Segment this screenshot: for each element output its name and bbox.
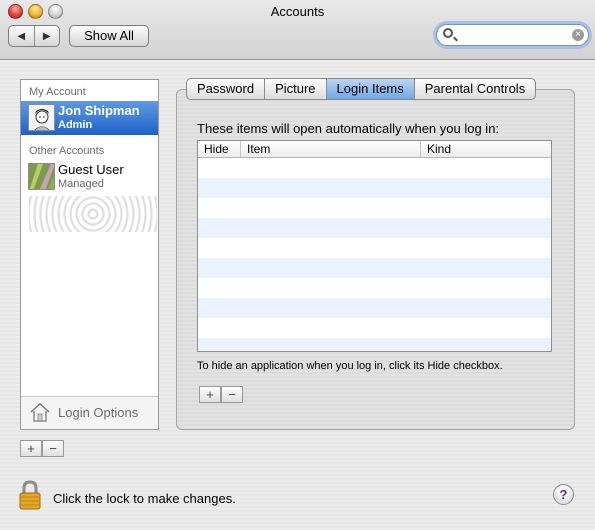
login-options-item[interactable]: Login Options: [21, 396, 158, 429]
account-role: Admin: [58, 119, 93, 131]
login-options-label: Login Options: [58, 405, 139, 420]
table-header: Hide Item Kind: [198, 141, 551, 158]
account-item-guest-user[interactable]: Guest User Managed: [21, 160, 158, 194]
clear-search-icon[interactable]: ×: [572, 29, 584, 41]
back-forward-control: ◀ ▶: [8, 25, 60, 47]
window-title: Accounts: [270, 4, 325, 19]
lock-icon[interactable]: [18, 480, 42, 510]
search-input[interactable]: [459, 27, 567, 43]
user-pictures-graphic: [29, 196, 157, 232]
user-photo-icon: [28, 104, 55, 131]
add-login-item-button[interactable]: +: [199, 386, 221, 403]
search-field[interactable]: ×: [436, 24, 589, 46]
help-button[interactable]: ?: [553, 484, 574, 505]
account-role: Managed: [58, 178, 104, 190]
lock-message: Click the lock to make changes.: [53, 491, 236, 506]
tab-picture[interactable]: Picture: [264, 79, 325, 99]
table-row: [198, 178, 551, 198]
column-header-hide[interactable]: Hide: [198, 141, 241, 157]
table-row: [198, 278, 551, 298]
login-items-table[interactable]: Hide Item Kind: [197, 140, 552, 352]
hide-checkbox-hint: To hide an application when you log in, …: [197, 360, 503, 372]
table-row: [198, 258, 551, 278]
column-header-kind[interactable]: Kind: [421, 141, 551, 157]
table-row: [198, 318, 551, 338]
account-name: Guest User: [58, 162, 124, 177]
tab-password[interactable]: Password: [187, 79, 264, 99]
table-row: [198, 198, 551, 218]
other-accounts-header: Other Accounts: [29, 145, 105, 157]
window-toolbar: Accounts ◀ ▶ Show All ×: [0, 0, 595, 60]
tab-login-items[interactable]: Login Items: [325, 79, 414, 99]
table-row: [198, 218, 551, 238]
my-account-header: My Account: [29, 86, 86, 98]
guest-photo-icon: [28, 163, 55, 190]
table-rows: [198, 158, 551, 351]
house-icon: [30, 402, 50, 422]
table-row: [198, 158, 551, 178]
remove-account-button[interactable]: −: [42, 440, 64, 457]
forward-arrow-icon[interactable]: ▶: [33, 26, 60, 46]
accounts-list: My Account Jon Shipman Admin Other Accou…: [20, 79, 159, 430]
add-account-button[interactable]: +: [20, 440, 42, 457]
back-arrow-icon[interactable]: ◀: [9, 26, 34, 46]
account-item-jon-shipman[interactable]: Jon Shipman Admin: [21, 101, 158, 135]
show-all-button[interactable]: Show All: [69, 25, 149, 47]
login-items-intro: These items will open automatically when…: [197, 121, 500, 136]
table-row: [198, 238, 551, 258]
search-icon: [443, 28, 453, 38]
tab-parental-controls[interactable]: Parental Controls: [413, 79, 535, 99]
table-row: [198, 298, 551, 318]
remove-login-item-button[interactable]: −: [221, 386, 243, 403]
account-tabs: Password Picture Login Items Parental Co…: [186, 78, 537, 100]
accounts-window: Accounts ◀ ▶ Show All × My Account Jon S…: [0, 0, 595, 530]
account-name: Jon Shipman: [58, 103, 140, 118]
table-row: [198, 338, 551, 351]
column-header-item[interactable]: Item: [241, 141, 421, 157]
